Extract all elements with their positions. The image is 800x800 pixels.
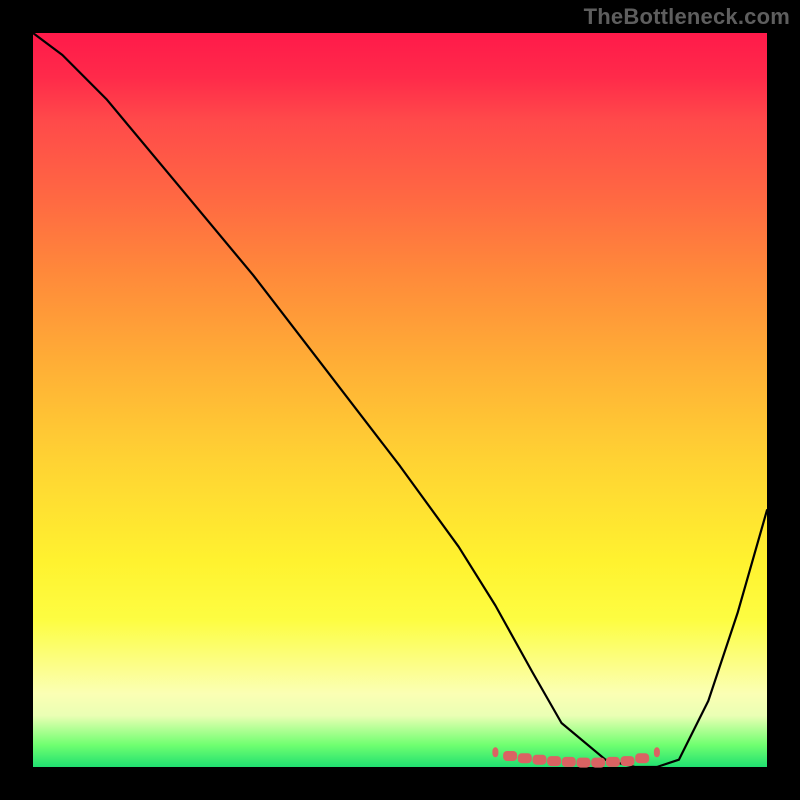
marker-segment <box>562 757 576 767</box>
chart-container: TheBottleneck.com <box>0 0 800 800</box>
main-curve <box>33 33 767 767</box>
marker-segment <box>492 747 498 757</box>
plot-area <box>33 33 767 767</box>
marker-segment <box>533 755 547 765</box>
marker-segment <box>591 758 605 768</box>
watermark-text: TheBottleneck.com <box>584 4 790 30</box>
marker-segment <box>577 758 591 768</box>
marker-segment <box>547 756 561 766</box>
marker-segment <box>635 753 649 763</box>
chart-svg <box>33 33 767 767</box>
marker-segment <box>518 753 532 763</box>
marker-segment <box>503 751 517 761</box>
marker-segment <box>621 756 635 766</box>
marker-segment <box>654 747 660 757</box>
marker-segment <box>606 757 620 767</box>
